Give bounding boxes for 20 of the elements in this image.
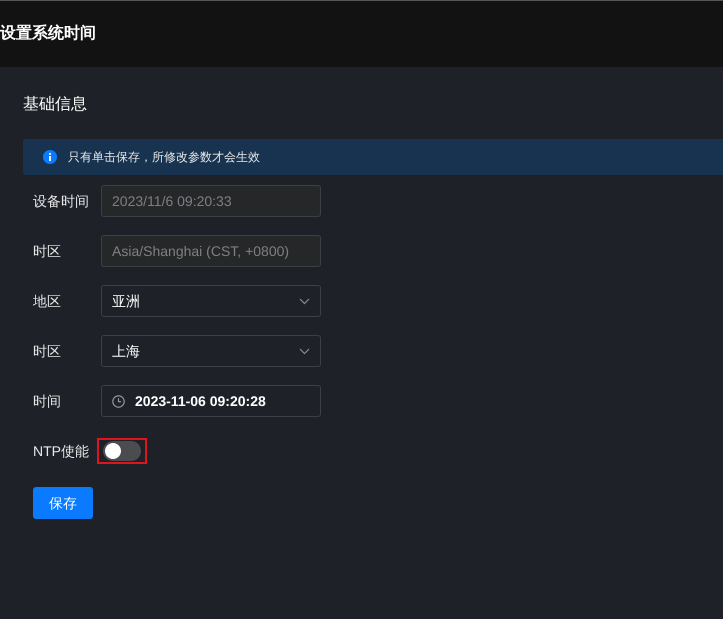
input-field[interactable]: 2023/11/6 09:20:33 [101,185,321,217]
info-icon [43,150,57,164]
input-field[interactable]: Asia/Shanghai (CST, +0800) [101,235,321,267]
field-label: 时区 [33,242,62,260]
save-button[interactable]: 保存 [33,487,93,519]
field-label: NTP使能 [33,442,90,460]
toggle-switch[interactable] [103,441,141,461]
section-title: 基础信息 [23,94,87,115]
clock-icon [112,394,125,408]
page-title: 设置系统时间 [0,23,96,44]
select-field[interactable]: 亚洲 [101,285,321,317]
field-label: 地区 [33,292,62,310]
select-field[interactable]: 上海 [101,335,321,367]
field-label: 时区 [33,342,62,360]
field-label: 设备时间 [33,192,90,210]
time-picker[interactable]: 2023-11-06 09:20:28 [101,385,321,417]
chevron-down-icon [299,348,310,354]
field-label: 时间 [33,392,62,410]
alert-text: 只有单击保存，所修改参数才会生效 [68,149,260,166]
chevron-down-icon [299,298,310,304]
